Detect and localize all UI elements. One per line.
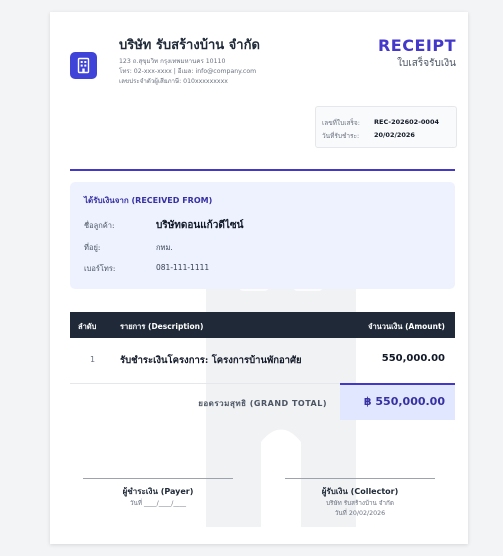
- row-amount: 550,000.00: [381, 353, 445, 364]
- payer-date-line: วันที่ ____/____/____: [129, 500, 187, 507]
- collector-title: ผู้รับเงิน (Collector): [321, 487, 399, 496]
- header-amount: จำนวนเงิน (Amount): [368, 322, 445, 331]
- customer-label: ชื่อลูกค้า:: [84, 221, 115, 230]
- company-contact: โทร: 02-xxx-xxxx | อีเมล: info@company.c…: [119, 68, 257, 75]
- customer-address: กทม.: [156, 243, 173, 252]
- grand-total-label: ยอดรวมสุทธิ (GRAND TOTAL): [198, 399, 327, 408]
- received-from-title: ได้รับเงินจาก (RECEIVED FROM): [84, 196, 213, 205]
- company-address: 123 ถ.สุขุมวิท กรุงเทพมหานคร 10110: [119, 58, 226, 65]
- customer-phone: 081-111-1111: [156, 263, 210, 272]
- items-table-header: ลำดับ รายการ (Description) จำนวนเงิน (Am…: [70, 312, 455, 338]
- receipt-date: 20/02/2026: [374, 131, 415, 139]
- collector-date: วันที่ 20/02/2026: [334, 510, 386, 517]
- grand-total-cell: ฿ 550,000.00: [340, 384, 455, 420]
- payer-title: ผู้ชำระเงิน (Payer): [122, 487, 194, 496]
- table-row: 1 รับชำระเงินโครงการ: โครงการบ้านพักอาศั…: [70, 338, 455, 384]
- receipt-page: บริษัท รับสร้างบ้าน จำกัด 123 ถ.สุขุมวิท…: [50, 12, 468, 544]
- header-description: รายการ (Description): [120, 322, 204, 331]
- receipt-title: RECEIPT: [377, 36, 456, 55]
- receipt-date-label: วันที่รับชำระ:: [322, 132, 360, 140]
- header-no: ลำดับ: [78, 322, 97, 331]
- received-from-panel: ได้รับเงินจาก (RECEIVED FROM) ชื่อลูกค้า…: [70, 182, 455, 289]
- collector-company: บริษัท รับสร้างบ้าน จำกัด: [326, 500, 394, 507]
- receipt-meta-box: เลขที่ใบเสร็จ: REC-202602-0004 วันที่รับ…: [315, 106, 457, 148]
- receipt-subtitle: ใบเสร็จรับเงิน: [397, 58, 456, 69]
- grand-total-value: ฿ 550,000.00: [363, 395, 445, 408]
- payer-signature-line: [83, 478, 233, 479]
- address-label: ที่อยู่:: [84, 243, 101, 252]
- company-tax-id: เลขประจำตัวผู้เสียภาษี: 010xxxxxxxxx: [119, 78, 228, 85]
- company-name: บริษัท รับสร้างบ้าน จำกัด: [119, 38, 260, 53]
- row-description: รับชำระเงินโครงการ: โครงการบ้านพักอาศัย: [120, 355, 302, 366]
- receipt-number: REC-202602-0004: [374, 118, 439, 126]
- building-icon: [70, 52, 97, 79]
- grand-total-rule: [340, 383, 455, 385]
- phone-label: เบอร์โทร:: [84, 264, 116, 273]
- header-divider: [70, 169, 455, 171]
- customer-name: บริษัทดอนแก้วดีไซน์: [156, 220, 244, 231]
- collector-signature-line: [285, 478, 435, 479]
- row-no: 1: [90, 355, 96, 364]
- grand-total-label-cell: ยอดรวมสุทธิ (GRAND TOTAL): [70, 384, 335, 420]
- receipt-number-label: เลขที่ใบเสร็จ:: [322, 119, 360, 127]
